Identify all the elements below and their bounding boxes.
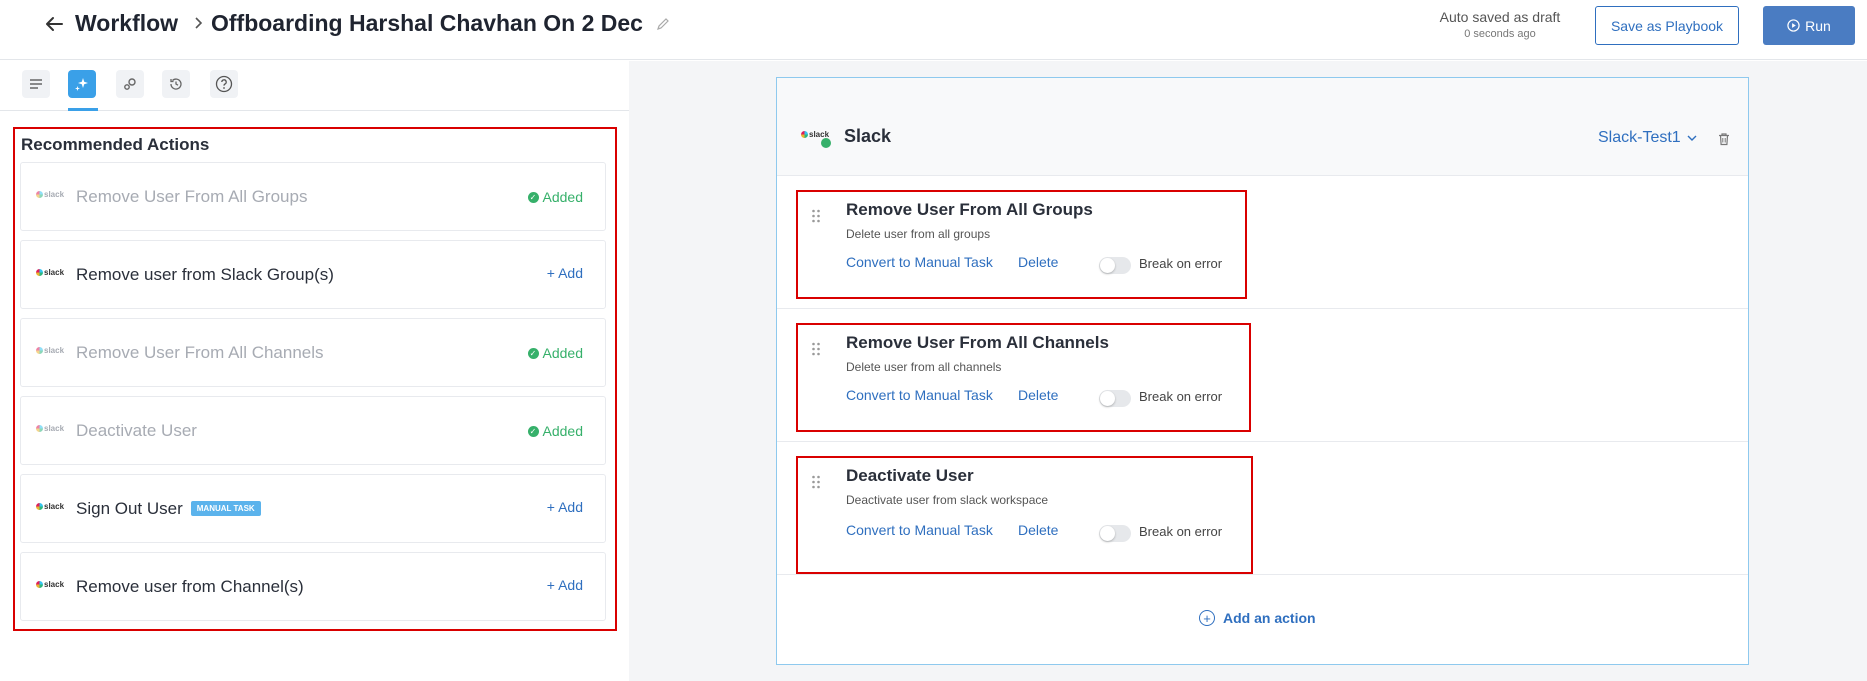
slack-logo-icon: slack bbox=[36, 502, 64, 511]
convert-to-manual-task-link[interactable]: Convert to Manual Task bbox=[846, 522, 993, 538]
recommended-item: slack Sign Out User MANUAL TASK + Add bbox=[20, 474, 606, 543]
tab-integrations[interactable] bbox=[116, 70, 144, 98]
break-on-error-label: Break on error bbox=[1139, 389, 1223, 404]
left-panel: Recommended Actions slack Remove User Fr… bbox=[0, 61, 629, 681]
convert-to-manual-task-link[interactable]: Convert to Manual Task bbox=[846, 387, 993, 403]
workflow-title: Offboarding Harshal Chavhan On 2 Dec bbox=[211, 10, 643, 36]
action-title: Remove User From All Groups bbox=[846, 200, 1093, 219]
add-an-action-label: Add an action bbox=[1223, 610, 1316, 626]
slack-logo-icon: slack bbox=[36, 268, 64, 277]
recommended-item-label: Deactivate User bbox=[76, 421, 197, 440]
recommended-item-label: Remove user from Channel(s) bbox=[76, 577, 304, 596]
run-label: Run bbox=[1805, 17, 1831, 34]
tab-details[interactable] bbox=[22, 70, 50, 98]
added-status: ✓ Added bbox=[527, 189, 583, 205]
trash-icon[interactable] bbox=[1717, 132, 1731, 146]
top-header: Workflow Offboarding Harshal Chavhan On … bbox=[0, 0, 1867, 60]
slack-logo-icon: slack bbox=[801, 130, 831, 148]
tab-recommended[interactable] bbox=[68, 70, 96, 98]
autosave-label: Auto saved as draft bbox=[1439, 9, 1561, 25]
break-on-error-toggle[interactable] bbox=[1099, 257, 1131, 274]
add-action-button[interactable]: + Add bbox=[547, 265, 583, 281]
run-button[interactable]: Run bbox=[1763, 6, 1855, 45]
history-icon bbox=[170, 78, 182, 90]
breadcrumb-workflow[interactable]: Workflow bbox=[75, 10, 178, 37]
account-select[interactable]: Slack-Test1 bbox=[1598, 129, 1697, 147]
convert-to-manual-task-link[interactable]: Convert to Manual Task bbox=[846, 254, 993, 270]
sparkle-icon bbox=[75, 78, 88, 91]
check-icon: ✓ bbox=[527, 425, 539, 437]
added-status: ✓ Added bbox=[527, 423, 583, 439]
tab-help[interactable] bbox=[210, 70, 238, 98]
break-on-error-label: Break on error bbox=[1139, 524, 1223, 539]
action-row: Deactivate User Deactivate user from sla… bbox=[777, 442, 1748, 575]
slack-logo-icon: slack bbox=[36, 346, 64, 355]
recommended-item-label: Remove User From All Channels bbox=[76, 343, 324, 362]
tab-history[interactable] bbox=[162, 70, 190, 98]
plus-circle-icon: + bbox=[1199, 610, 1215, 626]
recommended-item: slack Remove User From All Channels ✓ Add… bbox=[20, 318, 606, 387]
app-card-header: slack Slack Slack-Test1 bbox=[777, 78, 1748, 176]
manual-task-badge: MANUAL TASK bbox=[190, 501, 261, 516]
break-on-error-toggle[interactable] bbox=[1099, 525, 1131, 542]
recommended-item-label: Remove User From All Groups bbox=[76, 187, 308, 206]
break-on-error-label: Break on error bbox=[1139, 256, 1223, 271]
delete-action-link[interactable]: Delete bbox=[1018, 522, 1058, 538]
recommended-item: slack Remove user from Channel(s) + Add bbox=[20, 552, 606, 621]
action-description: Deactivate user from slack workspace bbox=[846, 493, 1049, 507]
autosave-time: 0 seconds ago bbox=[1464, 28, 1536, 40]
gears-icon bbox=[124, 78, 136, 90]
account-select-value: Slack-Test1 bbox=[1598, 129, 1681, 146]
slack-app-card: slack Slack Slack-Test1 Remove User From… bbox=[776, 77, 1749, 665]
break-on-error-toggle[interactable] bbox=[1099, 390, 1131, 407]
recommended-item-label: Sign Out User MANUAL TASK bbox=[76, 499, 261, 519]
recommended-item: slack Remove User From All Groups ✓ Added bbox=[20, 162, 606, 231]
recommended-item-label: Remove user from Slack Group(s) bbox=[76, 265, 334, 284]
list-icon bbox=[30, 79, 42, 89]
delete-action-link[interactable]: Delete bbox=[1018, 387, 1058, 403]
pencil-icon[interactable] bbox=[656, 17, 670, 31]
add-action-button[interactable]: + Add bbox=[547, 499, 583, 515]
chevron-down-icon bbox=[1687, 135, 1697, 141]
action-description: Delete user from all groups bbox=[846, 227, 991, 241]
added-status: ✓ Added bbox=[527, 345, 583, 361]
recommended-item: slack Remove user from Slack Group(s) + … bbox=[20, 240, 606, 309]
slack-logo-icon: slack bbox=[36, 424, 64, 433]
back-arrow-icon[interactable] bbox=[42, 12, 66, 36]
app-name: Slack bbox=[844, 126, 892, 146]
recommended-actions-box: Recommended Actions slack Remove User Fr… bbox=[13, 127, 617, 631]
check-icon: ✓ bbox=[527, 347, 539, 359]
recommended-item: slack Deactivate User ✓ Added bbox=[20, 396, 606, 465]
action-row: Remove User From All Groups Delete user … bbox=[777, 176, 1748, 309]
action-title: Deactivate User bbox=[846, 466, 974, 485]
play-circle-icon bbox=[1787, 19, 1800, 32]
workflow-canvas: slack Slack Slack-Test1 Remove User From… bbox=[629, 61, 1867, 681]
save-as-playbook-button[interactable]: Save as Playbook bbox=[1595, 6, 1739, 45]
chevron-right-icon bbox=[195, 17, 203, 29]
help-icon bbox=[215, 75, 233, 93]
add-action-button[interactable]: + Add bbox=[547, 577, 583, 593]
panel-tabbar bbox=[0, 61, 629, 111]
recommended-actions-title: Recommended Actions bbox=[21, 135, 210, 154]
shield-icon bbox=[821, 138, 831, 148]
check-icon: ✓ bbox=[527, 191, 539, 203]
action-description: Delete user from all channels bbox=[846, 360, 1002, 374]
action-title: Remove User From All Channels bbox=[846, 333, 1109, 352]
autosave-status: Auto saved as draft 0 seconds ago bbox=[1420, 9, 1580, 40]
slack-logo-icon: slack bbox=[36, 580, 64, 589]
add-an-action-button[interactable]: + Add an action bbox=[1199, 610, 1316, 626]
active-tab-indicator bbox=[68, 108, 98, 111]
slack-logo-icon: slack bbox=[36, 190, 64, 199]
delete-action-link[interactable]: Delete bbox=[1018, 254, 1058, 270]
action-row: Remove User From All Channels Delete use… bbox=[777, 309, 1748, 442]
